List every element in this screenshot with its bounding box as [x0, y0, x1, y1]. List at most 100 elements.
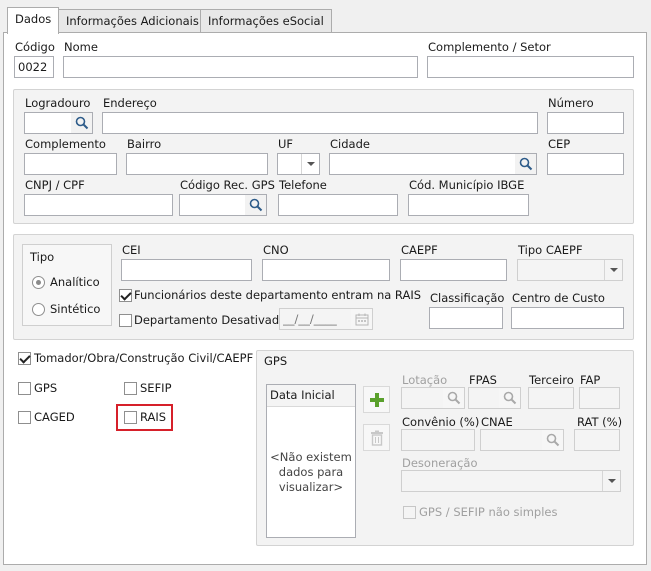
caged-checkbox-label: CAGED	[34, 410, 75, 424]
radio-sintetico[interactable]	[32, 303, 45, 316]
cidade-input[interactable]	[329, 153, 516, 175]
fap-input[interactable]	[579, 387, 620, 409]
uf-select[interactable]	[277, 153, 320, 175]
numero-label: Número	[548, 96, 594, 110]
cno-input[interactable]	[262, 259, 390, 281]
date-picker-button[interactable]	[351, 308, 373, 330]
bairro-label: Bairro	[127, 137, 162, 151]
cnae-label: CNAE	[481, 415, 513, 429]
endereco-label: Endereço	[103, 96, 157, 110]
funcionarios-rais-label: Funcionários deste departamento entram n…	[134, 288, 422, 302]
delete-button[interactable]	[363, 424, 390, 451]
chevron-down-icon[interactable]	[604, 260, 622, 280]
radio-sintetico-label: Sintético	[50, 302, 101, 316]
classificacao-input[interactable]	[429, 307, 503, 329]
desativado-date-input[interactable]	[279, 308, 352, 330]
codigo-rec-gps-label: Código Rec. GPS	[180, 178, 275, 192]
numero-input[interactable]	[547, 112, 624, 134]
cidade-search-button[interactable]	[515, 153, 537, 175]
complemento-setor-label: Complemento / Setor	[428, 40, 551, 54]
funcionarios-rais-checkbox[interactable]	[119, 289, 132, 302]
gps-list-header[interactable]: Data Inicial	[267, 385, 355, 407]
rais-checkbox[interactable]	[124, 411, 137, 424]
codigo-rec-gps-search-button[interactable]	[245, 194, 267, 216]
cnae-search-button[interactable]	[542, 429, 564, 451]
search-icon	[503, 391, 516, 405]
lotacao-search-button[interactable]	[443, 387, 465, 409]
gps-sefip-nao-simples-checkbox[interactable]	[403, 506, 416, 519]
complemento-input[interactable]	[24, 153, 117, 175]
departamento-desativado-checkbox[interactable]	[119, 314, 132, 327]
add-button[interactable]	[363, 386, 390, 413]
desoneracao-label: Desoneração	[402, 456, 478, 470]
cnae-input[interactable]	[480, 429, 543, 451]
gps-sefip-nao-simples-label: GPS / SEFIP não simples	[419, 505, 558, 519]
rat-label: RAT (%)	[577, 415, 623, 429]
gps-checkbox-label: GPS	[34, 381, 58, 395]
nome-input[interactable]	[63, 56, 418, 78]
desoneracao-select[interactable]	[401, 470, 621, 492]
sefip-checkbox[interactable]	[124, 382, 137, 395]
gps-checkbox[interactable]	[18, 382, 31, 395]
rat-input[interactable]	[574, 429, 620, 451]
logradouro-search-button[interactable]	[71, 112, 93, 134]
sefip-checkbox-label: SEFIP	[140, 381, 172, 395]
caepf-label: CAEPF	[401, 243, 438, 257]
terceiro-input[interactable]	[528, 387, 574, 409]
caged-checkbox[interactable]	[18, 411, 31, 424]
cidade-label: Cidade	[330, 137, 370, 151]
convenio-input[interactable]	[401, 429, 475, 451]
codigo-input[interactable]	[14, 56, 54, 78]
lotacao-label: Lotação	[402, 373, 448, 387]
cei-label: CEI	[122, 243, 141, 257]
logradouro-input[interactable]	[24, 112, 72, 134]
tab-informacoes-esocial[interactable]: Informações eSocial	[200, 9, 332, 33]
rais-checkbox-label: RAIS	[140, 410, 167, 424]
fpas-search-button[interactable]	[499, 387, 521, 409]
chevron-down-icon[interactable]	[602, 471, 620, 491]
cno-label: CNO	[263, 243, 289, 257]
tipo-title: Tipo	[30, 250, 55, 264]
radio-analitico-label: Analítico	[50, 275, 100, 289]
cod-municipio-input[interactable]	[408, 194, 529, 216]
cep-label: CEP	[548, 137, 571, 151]
search-icon	[519, 157, 532, 171]
plus-icon	[369, 392, 384, 407]
tab-informacoes-adicionais[interactable]: Informações Adicionais	[58, 9, 207, 33]
centro-custo-label: Centro de Custo	[512, 291, 605, 305]
centro-custo-input[interactable]	[511, 307, 624, 329]
fpas-label: FPAS	[469, 373, 497, 387]
classificacao-label: Classificação	[430, 291, 505, 305]
cod-municipio-label: Cód. Município IBGE	[409, 178, 525, 192]
search-icon	[249, 198, 262, 212]
cnpj-cpf-input[interactable]	[24, 194, 173, 216]
codigo-label: Código	[15, 40, 55, 54]
convenio-label: Convênio (%)	[402, 415, 480, 429]
search-icon	[75, 116, 88, 130]
caepf-input[interactable]	[400, 259, 507, 281]
tab-dados[interactable]: Dados	[7, 7, 60, 34]
gps-list-header-label: Data Inicial	[270, 388, 335, 402]
telefone-input[interactable]	[278, 194, 398, 216]
calendar-icon	[355, 313, 368, 325]
uf-label: UF	[278, 137, 294, 151]
radio-analitico[interactable]	[32, 276, 45, 289]
cnpj-cpf-label: CNPJ / CPF	[25, 178, 85, 192]
cep-input[interactable]	[547, 153, 624, 175]
search-icon	[546, 433, 559, 447]
cei-input[interactable]	[121, 259, 252, 281]
terceiro-label: Terceiro	[529, 373, 574, 387]
logradouro-label: Logradouro	[25, 96, 91, 110]
tomador-checkbox[interactable]	[18, 352, 31, 365]
complemento-label: Complemento	[25, 137, 106, 151]
complemento-setor-input[interactable]	[427, 56, 634, 78]
bairro-input[interactable]	[126, 153, 268, 175]
lotacao-input[interactable]	[401, 387, 444, 409]
fpas-input[interactable]	[468, 387, 500, 409]
tipo-caepf-select[interactable]	[517, 259, 623, 281]
chevron-down-icon[interactable]	[301, 154, 319, 174]
nome-label: Nome	[64, 40, 98, 54]
endereco-input[interactable]	[102, 112, 538, 134]
departamento-desativado-label: Departamento Desativado	[134, 313, 287, 327]
codigo-rec-gps-input[interactable]	[179, 194, 246, 216]
